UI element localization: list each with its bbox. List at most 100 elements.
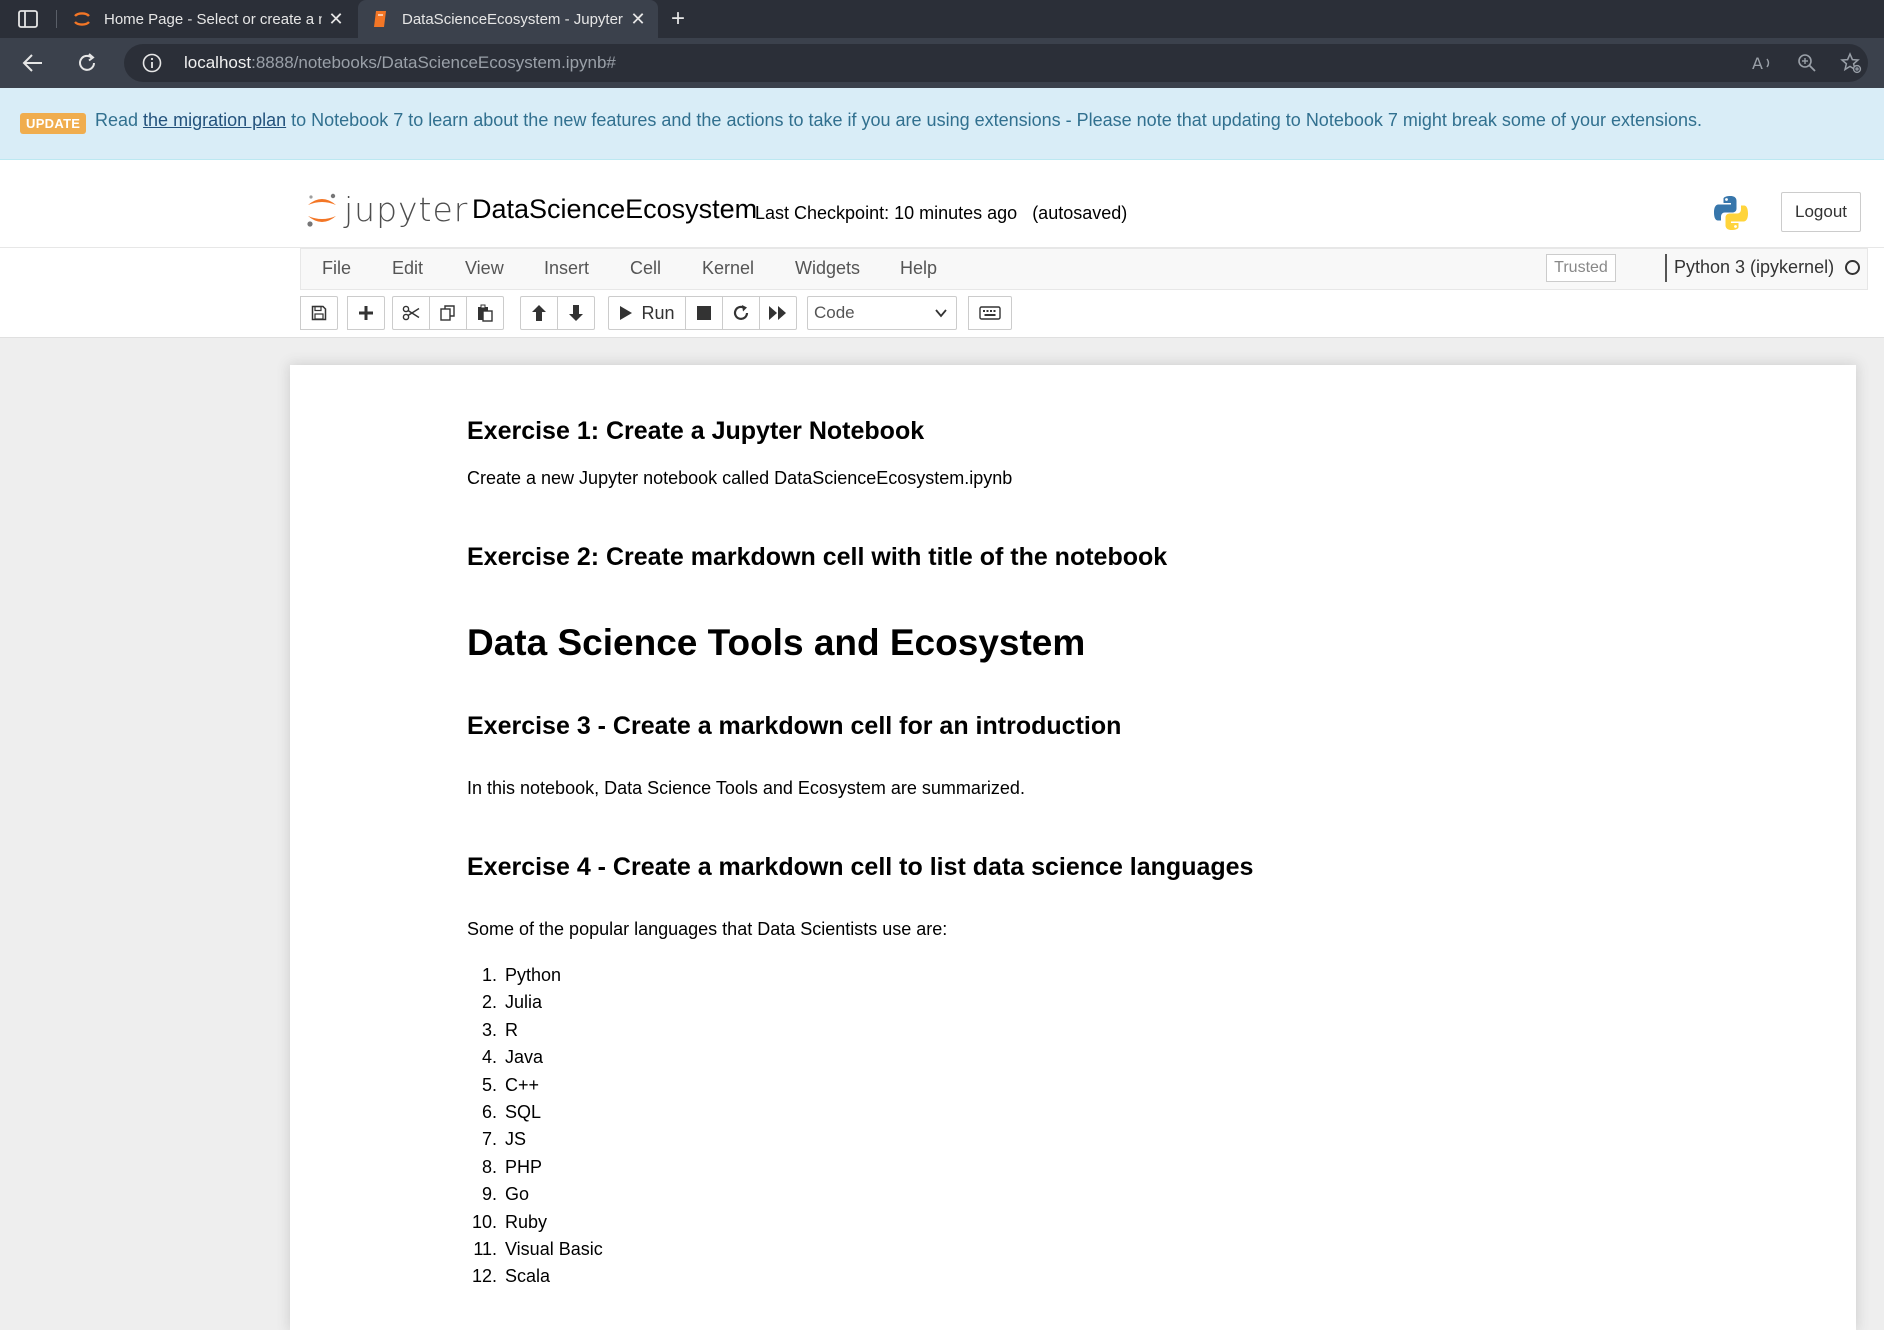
list-number: 5. [481,1074,497,1095]
copy-icon [440,305,455,321]
restart-button[interactable] [722,296,760,330]
exercise-1-heading[interactable]: Exercise 1: Create a Jupyter Notebook [467,417,924,446]
chevron-down-icon [935,309,947,318]
save-group [300,296,338,330]
kernel-name[interactable]: Python 3 (ipykernel) [1674,257,1834,278]
restart-run-all-button[interactable] [759,296,797,330]
jupyter-logo[interactable]: jupyter [306,190,468,229]
fast-forward-icon [769,306,786,320]
kernel-separator [1665,254,1667,282]
menu-help[interactable]: Help [900,258,937,279]
list-number: 9. [481,1184,497,1205]
list-number: 7. [481,1129,497,1150]
list-item-text: C++ [505,1074,540,1095]
menu-edit[interactable]: Edit [392,258,423,279]
tab-close-icon[interactable]: ✕ [624,5,652,33]
list-item-text: PHP [505,1156,543,1177]
tab-title: Home Page - Select or create a n [104,10,322,28]
exercise-4-text[interactable]: Some of the popular languages that Data … [467,919,947,940]
save-icon [311,305,327,321]
list-item-text: Python [505,965,562,985]
read-aloud-icon[interactable]: A [1752,52,1774,74]
run-button[interactable]: Run [608,296,686,330]
checkpoint-text: Last Checkpoint: 10 minutes ago [755,203,1018,223]
autosave-text: (autosaved) [1032,203,1128,223]
menu-cell[interactable]: Cell [630,258,661,279]
list-item-text: SQL [505,1101,542,1122]
run-group: Run [608,296,797,330]
cell-type-value: Code [814,303,855,322]
new-tab-icon[interactable]: + [664,5,692,33]
notebook-name[interactable]: DataScienceEcosystem [472,194,757,225]
refresh-icon[interactable] [72,48,102,78]
move-group [520,296,595,330]
copy-button[interactable] [429,296,467,330]
save-button[interactable] [300,296,338,330]
notebook-favicon-icon [370,9,390,29]
restart-icon [733,305,749,320]
migration-plan-link[interactable]: the migration plan [143,110,286,130]
menu-kernel[interactable]: Kernel [702,258,754,279]
tab-close-icon[interactable]: ✕ [322,5,350,33]
list-number: 3. [481,1019,497,1040]
exercise-2-heading[interactable]: Exercise 2: Create markdown cell with ti… [467,543,1167,572]
url-text: localhost:8888/notebooks/DataScienceEcos… [184,53,616,73]
list-item-text: R [505,1019,518,1040]
menu-view[interactable]: View [465,258,504,279]
cell-type-select[interactable]: Code [807,296,957,330]
browser-tab-strip: Home Page - Select or create a n ✕ DataS… [0,0,1884,38]
list-number: 11. [473,1238,497,1259]
list-item-text: Java [505,1047,544,1068]
address-bar-row: localhost:8888/notebooks/DataScienceEcos… [0,38,1884,88]
tab-notebook[interactable]: DataScienceEcosystem - Jupyter ✕ [358,0,658,38]
favorite-star-icon[interactable] [1840,52,1862,74]
list-number: 4. [481,1047,497,1068]
notebook-toolbar: Run Code [0,290,1884,338]
python-logo-icon [1712,194,1750,232]
url-field[interactable]: localhost:8888/notebooks/DataScienceEcos… [124,44,1868,82]
logout-button[interactable]: Logout [1781,192,1861,232]
keyboard-icon [979,306,1001,320]
list-item-text: Visual Basic [505,1238,603,1259]
menu-file[interactable]: File [322,258,351,279]
exercise-3-text[interactable]: In this notebook, Data Science Tools and… [467,778,1025,799]
zoom-icon[interactable] [1796,52,1818,74]
back-icon[interactable] [18,48,48,78]
banner-message: Read the migration plan to Notebook 7 to… [95,110,1702,131]
plus-icon [359,306,373,320]
exercise-3-heading[interactable]: Exercise 3 - Create a markdown cell for … [467,712,1121,741]
scissors-icon [402,305,420,321]
tab-home-page[interactable]: Home Page - Select or create a n ✕ [60,0,356,38]
url-host: localhost [184,53,252,72]
list-number: 12. [471,1266,497,1287]
svg-text:A: A [1752,54,1763,73]
trusted-indicator[interactable]: Trusted [1546,254,1616,282]
update-badge: UPDATE [20,113,87,134]
sidebar-toggle-icon[interactable] [14,8,42,30]
play-icon [620,306,633,320]
move-up-button[interactable] [520,296,558,330]
move-down-button[interactable] [557,296,595,330]
interrupt-button[interactable] [685,296,723,330]
list-item-text: Ruby [505,1211,548,1232]
exercise-1-text[interactable]: Create a new Jupyter notebook called Dat… [467,468,1012,489]
notebook-title-heading[interactable]: Data Science Tools and Ecosystem [467,622,1085,664]
menu-widgets[interactable]: Widgets [795,258,860,279]
notebook-page: Exercise 1: Create a Jupyter Notebook Cr… [290,365,1856,1330]
insert-cell-button[interactable] [347,296,385,330]
url-path: :8888/notebooks/DataScienceEcosystem.ipy… [251,53,616,72]
exercise-4-heading[interactable]: Exercise 4 - Create a markdown cell to l… [467,853,1253,882]
edit-group [392,296,504,330]
keyboard-group [968,296,1012,330]
list-number: 6. [481,1101,497,1122]
command-palette-button[interactable] [968,296,1012,330]
site-info-icon[interactable] [142,53,162,73]
paste-icon [478,304,493,322]
menu-insert[interactable]: Insert [544,258,589,279]
list-item-text: Go [505,1184,530,1205]
list-number: 8. [481,1156,497,1177]
list-item-text: Julia [505,992,543,1013]
cut-button[interactable] [392,296,430,330]
banner-suffix: to Notebook 7 to learn about the new fea… [286,110,1703,130]
paste-button[interactable] [466,296,504,330]
